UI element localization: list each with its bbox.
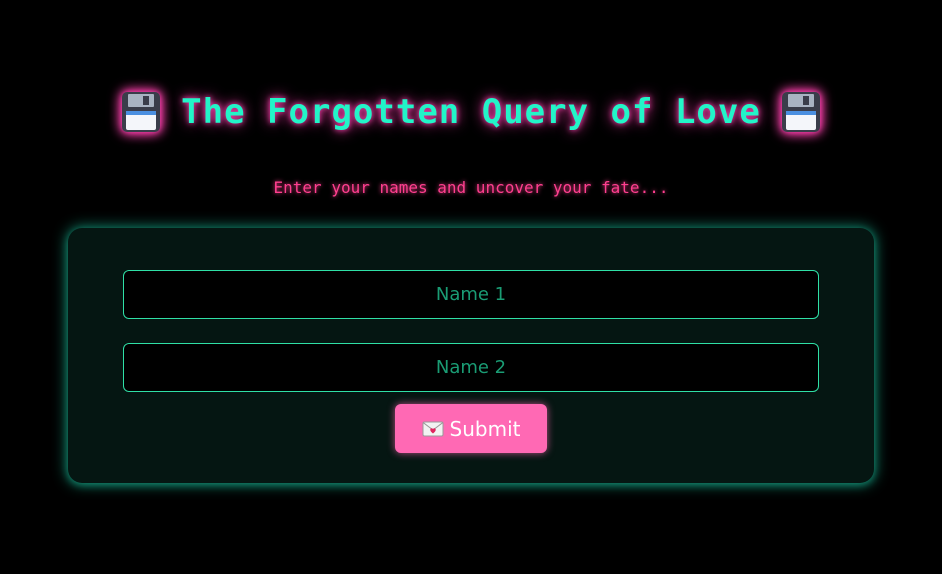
name-2-input[interactable] <box>123 343 819 392</box>
submit-label: Submit <box>449 416 521 441</box>
page-title: The Forgotten Query of Love <box>0 82 942 142</box>
subtitle: Enter your names and uncover your fate..… <box>273 178 669 197</box>
name-1-input[interactable] <box>123 270 819 319</box>
submit-button[interactable]: Submit <box>395 404 547 453</box>
floppy-disk-icon <box>122 92 161 132</box>
love-letter-icon <box>422 421 444 436</box>
title-text: The Forgotten Query of Love <box>181 92 761 132</box>
form-card: Submit <box>68 228 874 483</box>
floppy-disk-icon <box>781 92 820 132</box>
